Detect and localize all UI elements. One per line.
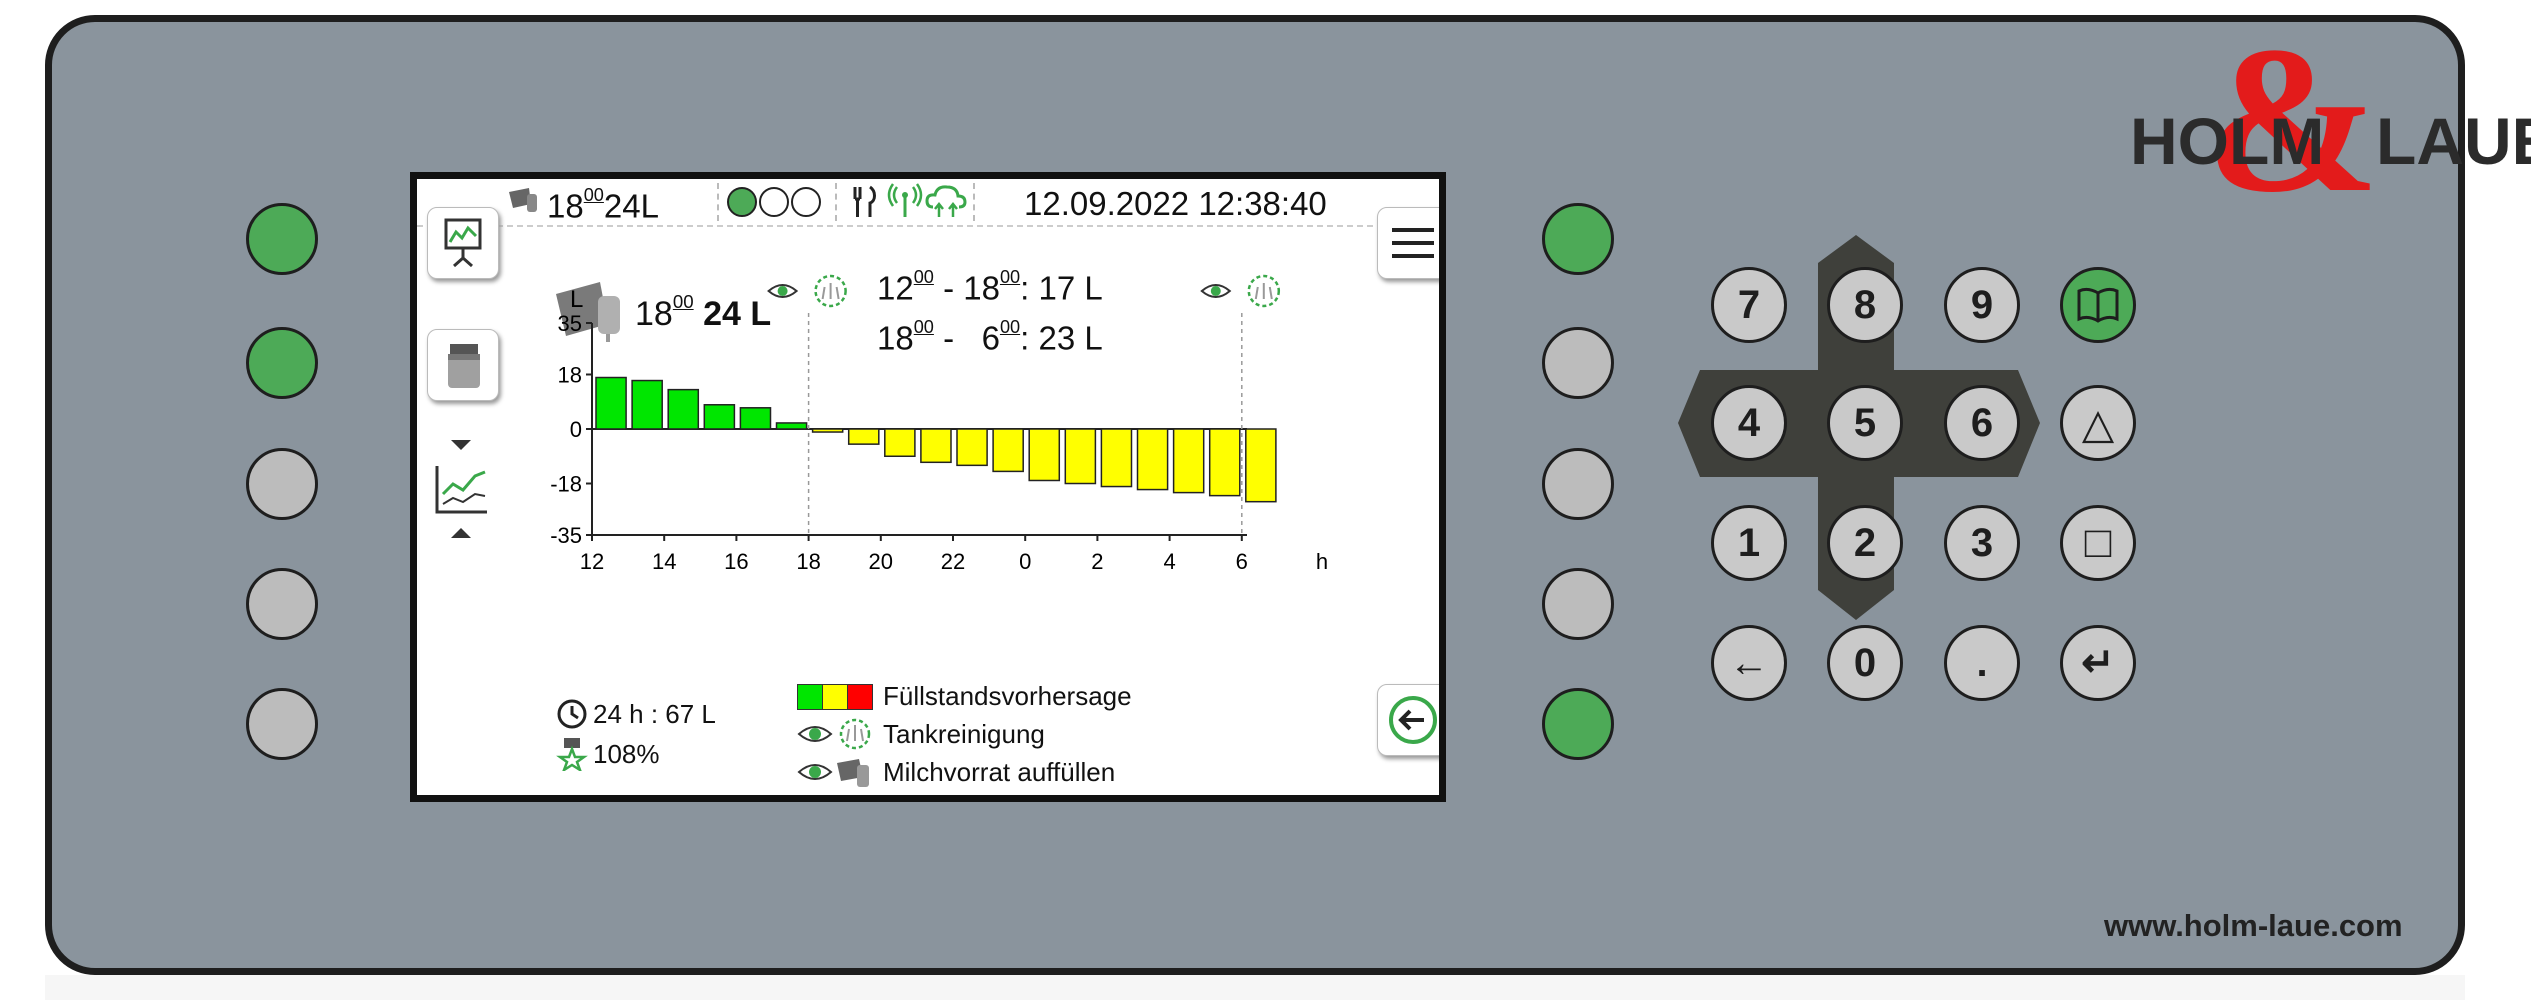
y-tick-label: 18 — [558, 362, 582, 387]
left-button-2[interactable] — [246, 327, 318, 399]
key-2[interactable]: 2 — [1827, 505, 1903, 581]
y-tick-label: -18 — [550, 472, 582, 497]
eye-pupil — [1210, 286, 1221, 296]
y-axis-label: L — [570, 286, 583, 313]
x-tick-label: 4 — [1163, 549, 1175, 574]
enter-key[interactable]: ↵ — [2060, 625, 2136, 701]
bar-18 — [811, 428, 844, 433]
bar-2 — [1100, 428, 1133, 488]
legend-red-swatch — [847, 684, 873, 710]
y-tick-label: 0 — [570, 417, 582, 442]
x-tick-label: 22 — [941, 549, 965, 574]
backspace-key[interactable]: ← — [1711, 625, 1787, 701]
x-tick-label: 14 — [652, 549, 676, 574]
clock-icon — [557, 699, 587, 729]
bar-16 — [739, 407, 772, 430]
y-tick-label: 35 — [558, 311, 582, 336]
key-7[interactable]: 7 — [1711, 267, 1787, 343]
left-button-1[interactable] — [246, 203, 318, 275]
triangle-key[interactable]: △ — [2060, 385, 2136, 461]
bar-20 — [884, 428, 916, 458]
cleaning-spray — [1254, 283, 1273, 300]
square-key[interactable]: □ — [2060, 505, 2136, 581]
book-icon — [2077, 287, 2119, 323]
bar-14 — [667, 388, 700, 430]
daily-amount: 24 h : 67 L — [593, 699, 716, 729]
website-link: www.holm-laue.com — [2104, 908, 2403, 943]
key-8[interactable]: 8 — [1827, 267, 1903, 343]
bar-17 — [775, 422, 808, 430]
x-tick-label: h — [1316, 549, 1328, 574]
star-icon — [556, 738, 588, 771]
key-1[interactable]: 1 — [1711, 505, 1787, 581]
percent-value: 108% — [593, 739, 660, 769]
display-screen: 180024L 12.09.2022 12:38:40 1800 24 L 12… — [410, 172, 1446, 802]
legend-tank-cleaning: Tankreinigung — [883, 719, 1045, 749]
back-button[interactable] — [1377, 684, 1439, 756]
key-9[interactable]: 9 — [1944, 267, 2020, 343]
bar-19 — [847, 428, 880, 445]
left-button-5[interactable] — [246, 688, 318, 760]
left-button-4[interactable] — [246, 568, 318, 640]
bar-5 — [1208, 428, 1241, 497]
eye-pupil — [777, 286, 788, 296]
bottom-strip — [45, 975, 2465, 1000]
x-tick-label: 0 — [1019, 549, 1031, 574]
cleaning-spray — [821, 283, 840, 300]
key-dot[interactable]: . — [1944, 625, 2020, 701]
brand-name-left: HOLM — [2130, 104, 2325, 178]
book-button[interactable] — [2060, 267, 2136, 343]
bar-21 — [920, 428, 952, 464]
x-tick-label: 20 — [869, 549, 893, 574]
key-6[interactable]: 6 — [1944, 385, 2020, 461]
y-tick-label: -35 — [550, 523, 582, 548]
bar-13 — [631, 379, 663, 430]
bar-1 — [1064, 428, 1097, 485]
legend-refill-milk: Milchvorrat auffüllen — [883, 757, 1116, 787]
legend-yellow-swatch — [822, 684, 848, 710]
bar-23 — [992, 428, 1024, 473]
right-button-1[interactable] — [1542, 203, 1614, 275]
right-button-5[interactable] — [1542, 688, 1614, 760]
bar-6 — [1245, 428, 1277, 503]
bar-3 — [1136, 428, 1169, 491]
right-button-2[interactable] — [1542, 327, 1614, 399]
x-tick-label: 18 — [796, 549, 820, 574]
legend-green-swatch — [797, 684, 823, 710]
x-tick-label: 2 — [1091, 549, 1103, 574]
right-button-3[interactable] — [1542, 448, 1614, 520]
key-0[interactable]: 0 — [1827, 625, 1903, 701]
x-tick-label: 12 — [580, 549, 604, 574]
brand-name-right: LAUE — [2376, 104, 2531, 178]
key-4[interactable]: 4 — [1711, 385, 1787, 461]
bar-22 — [956, 428, 988, 467]
x-tick-label: 6 — [1236, 549, 1248, 574]
key-3[interactable]: 3 — [1944, 505, 2020, 581]
bar-4 — [1172, 428, 1205, 494]
eye-cleaning-icon — [797, 718, 871, 750]
keypad: 7 8 9 4 5 6 △ 1 2 3 □ ← 0 . ↵ — [1678, 235, 2158, 701]
x-tick-label: 16 — [724, 549, 748, 574]
left-button-3[interactable] — [246, 448, 318, 520]
eye-milk-icon — [797, 759, 869, 787]
bar-15 — [703, 404, 736, 430]
bar-12 — [595, 376, 627, 430]
bar-0 — [1028, 428, 1061, 482]
key-5[interactable]: 5 — [1827, 385, 1903, 461]
back-arrow-icon — [1389, 696, 1437, 744]
right-button-4[interactable] — [1542, 568, 1614, 640]
legend-fill-forecast: Füllstandsvorhersage — [883, 681, 1132, 711]
